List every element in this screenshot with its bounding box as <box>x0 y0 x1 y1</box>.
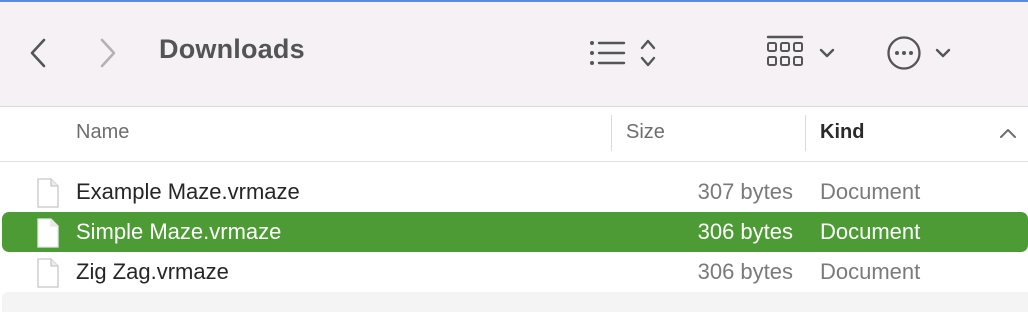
column-name-header[interactable]: Name <box>76 121 129 144</box>
grid-group-icon <box>766 35 835 66</box>
file-size: 306 bytes <box>697 259 793 284</box>
window-title: Downloads <box>159 34 305 64</box>
column-size-header[interactable]: Size <box>626 121 665 144</box>
file-row-selected[interactable]: Simple Maze.vrmaze 306 bytes Document <box>2 212 1028 252</box>
file-kind: Document <box>820 259 921 284</box>
file-kind: Document <box>820 179 921 204</box>
chevron-left-icon <box>30 38 46 68</box>
file-size: 306 bytes <box>697 219 793 244</box>
sort-ascending-icon <box>1000 129 1016 138</box>
empty-row-stripe <box>2 292 1028 312</box>
more-actions-button[interactable] <box>884 34 956 72</box>
file-name: Example Maze.vrmaze <box>76 179 300 204</box>
group-button[interactable] <box>764 34 840 72</box>
document-icon <box>37 258 59 288</box>
file-name: Simple Maze.vrmaze <box>76 219 282 244</box>
document-icon <box>37 178 59 208</box>
list-view-icon <box>590 39 656 67</box>
column-divider[interactable] <box>805 115 806 151</box>
ellipsis-circle-icon <box>887 36 951 70</box>
back-button[interactable] <box>22 34 54 72</box>
file-name: Zig Zag.vrmaze <box>76 259 229 284</box>
view-options-button[interactable] <box>586 36 662 70</box>
column-divider[interactable] <box>611 115 612 151</box>
toolbar: Downloads <box>0 0 1028 107</box>
file-kind: Document <box>820 219 921 244</box>
chevron-right-icon <box>100 38 116 68</box>
column-header: Name Size Kind <box>0 107 1028 162</box>
file-size: 307 bytes <box>697 179 793 204</box>
document-icon <box>37 218 59 248</box>
file-row[interactable]: Zig Zag.vrmaze 306 bytes Document <box>0 252 1028 292</box>
window-top-edge <box>0 0 1028 2</box>
column-kind-header[interactable]: Kind <box>820 121 864 144</box>
forward-button[interactable] <box>92 34 124 72</box>
file-row[interactable]: Example Maze.vrmaze 307 bytes Document <box>0 172 1028 212</box>
